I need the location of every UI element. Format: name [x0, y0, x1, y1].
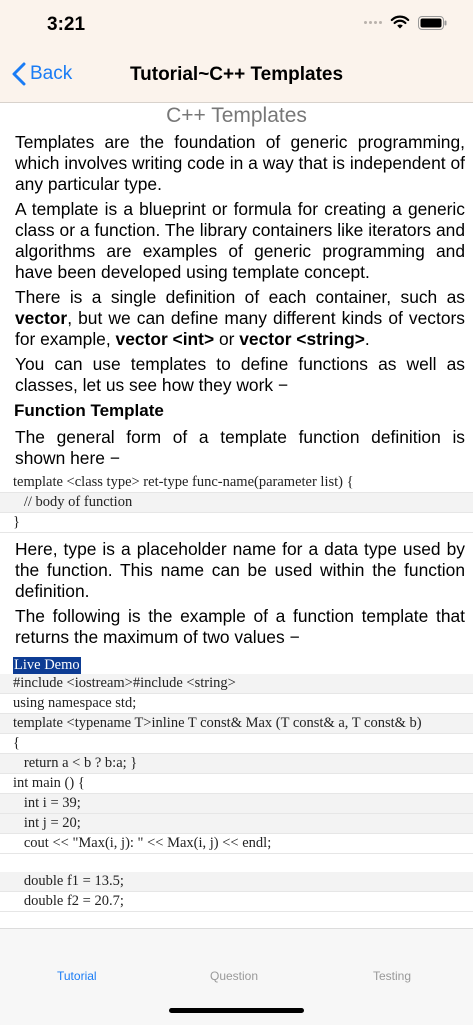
code-block-general-form: template <class type> ret-type func-name… — [0, 473, 473, 533]
page-title: C++ Templates — [166, 104, 307, 127]
paragraph-example: The following is the example of a functi… — [15, 606, 465, 647]
paragraph-vector: There is a single definition of each con… — [15, 287, 465, 349]
battery-icon — [418, 15, 447, 30]
paragraph-general-form: The general form of a template function … — [15, 427, 465, 468]
tab-testing[interactable]: Testing — [373, 969, 411, 983]
cellular-signal-icon — [364, 21, 382, 24]
tutorial-content[interactable]: C++ Templates Templates are the foundati… — [0, 102, 473, 928]
live-demo-link[interactable]: Live Demo — [13, 657, 81, 674]
code-block-example: #include <iostream>#include <string> usi… — [0, 674, 473, 912]
code-line: } — [0, 513, 473, 533]
section-heading-function-template: Function Template — [14, 401, 164, 420]
code-line: template <class type> ret-type func-name… — [0, 473, 473, 493]
paragraph-usage: You can use templates to define function… — [15, 354, 465, 395]
vector-int-keyword: vector <int> — [115, 329, 215, 349]
code-line: double f1 = 13.5; — [0, 872, 473, 892]
vector-keyword: vector — [15, 308, 68, 328]
code-line: return a < b ? b:a; } — [0, 754, 473, 774]
code-line: #include <iostream>#include <string> — [0, 674, 473, 694]
vector-string-keyword: vector <string> — [239, 329, 365, 349]
nav-title: Tutorial~C++ Templates — [129, 64, 344, 85]
code-line: int j = 20; — [0, 814, 473, 834]
status-time: 3:21 — [47, 14, 86, 35]
code-line: double f2 = 20.7; — [0, 892, 473, 912]
code-line: int i = 39; — [0, 794, 473, 814]
status-icons — [364, 15, 447, 30]
navigation-bar: Back Tutorial~C++ Templates — [0, 50, 473, 103]
wifi-icon — [390, 15, 410, 30]
code-line: template <typename T>inline T const& Max… — [0, 714, 473, 734]
code-line: { — [0, 734, 473, 754]
code-line: cout << "Max(i, j): " << Max(i, j) << en… — [0, 834, 473, 854]
paragraph-placeholder: Here, type is a placeholder name for a d… — [15, 539, 465, 601]
tab-question[interactable]: Question — [210, 969, 258, 983]
code-line: // body of function — [0, 493, 473, 513]
home-indicator — [169, 1008, 304, 1013]
code-line: int main () { — [0, 774, 473, 794]
paragraph-blueprint: A template is a blueprint or formula for… — [15, 199, 465, 282]
status-bar: 3:21 — [0, 0, 473, 50]
code-line — [0, 854, 473, 872]
tab-tutorial[interactable]: Tutorial — [57, 969, 97, 983]
code-line: using namespace std; — [0, 694, 473, 714]
paragraph-intro: Templates are the foundation of generic … — [15, 132, 465, 194]
